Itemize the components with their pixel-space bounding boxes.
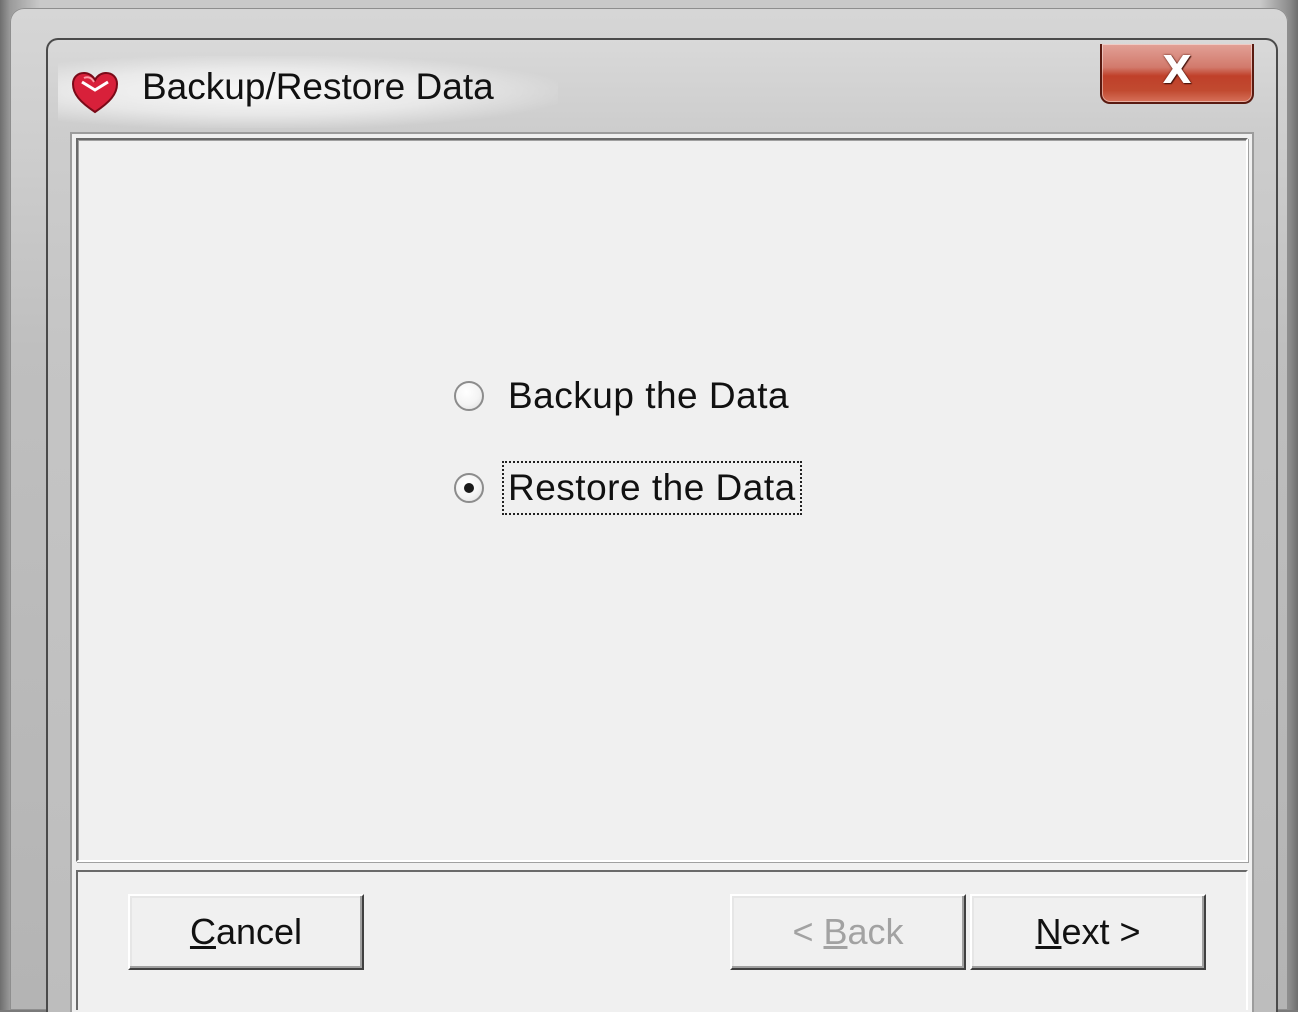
radio-backup-label[interactable]: Backup the Data — [506, 373, 791, 419]
window-title: Backup/Restore Data — [142, 66, 494, 107]
next-label-rest: ext > — [1061, 911, 1141, 952]
next-mnemonic: N — [1035, 911, 1062, 952]
dialog-window: Backup/Restore Data X Backup the Data Re… — [10, 8, 1288, 1012]
radio-restore[interactable]: Restore the Data — [454, 461, 802, 515]
heart-shield-icon — [71, 71, 119, 114]
title-bar[interactable]: Backup/Restore Data X — [48, 40, 1276, 130]
back-mnemonic: B — [823, 911, 848, 952]
window-frame: Backup/Restore Data X Backup the Data Re… — [46, 38, 1278, 1012]
radio-backup[interactable]: Backup the Data — [454, 372, 791, 420]
cancel-label-rest: ancel — [215, 911, 303, 952]
close-icon: X — [1162, 48, 1192, 92]
button-bar: Cancel < Back Next > — [76, 870, 1248, 1010]
back-label-rest: ack — [847, 911, 904, 952]
next-button[interactable]: Next > — [970, 894, 1206, 970]
cancel-button[interactable]: Cancel — [128, 894, 364, 970]
radio-backup-circle[interactable] — [454, 381, 484, 411]
radio-restore-label[interactable]: Restore the Data — [502, 461, 802, 515]
radio-restore-circle[interactable] — [454, 473, 484, 503]
back-prefix: < — [792, 911, 824, 952]
dialog-client-area: Backup the Data Restore the Data Cancel … — [70, 132, 1254, 1012]
back-button[interactable]: < Back — [730, 894, 966, 970]
options-panel: Backup the Data Restore the Data — [76, 138, 1248, 862]
cancel-mnemonic: C — [189, 911, 216, 952]
radio-selected-dot — [464, 483, 474, 493]
close-button[interactable]: X — [1100, 44, 1254, 104]
